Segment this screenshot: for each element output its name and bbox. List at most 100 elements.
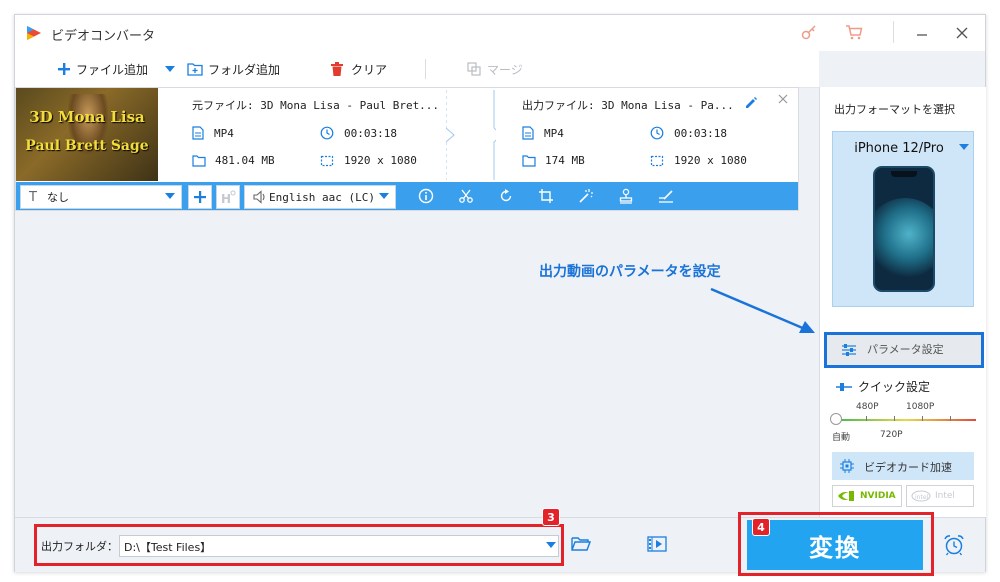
- source-file-name: 元ファイル: 3D Mona Lisa - Paul Bret...: [192, 99, 440, 112]
- nvidia-option[interactable]: NVIDIA: [832, 485, 902, 507]
- plus-icon: [57, 62, 71, 76]
- watermark-stamp-icon[interactable]: [618, 188, 634, 204]
- add-folder-button[interactable]: フォルダ追加: [187, 60, 280, 78]
- step-badge-4: 4: [752, 518, 770, 536]
- param-settings-button[interactable]: パラメータ設定: [824, 332, 984, 368]
- highlight-output-folder: [34, 524, 564, 566]
- source-resolution: 1920 x 1080: [320, 154, 417, 167]
- clear-button[interactable]: クリア: [331, 60, 387, 78]
- sliders-icon: [841, 343, 857, 357]
- step-badge-3: 3: [542, 508, 560, 526]
- subtitle-dropdown[interactable]: T なし: [20, 185, 182, 209]
- scissors-icon[interactable]: [458, 188, 474, 204]
- merge-button[interactable]: マージ: [467, 60, 523, 78]
- chevron-down-icon[interactable]: [959, 144, 969, 151]
- minimize-button[interactable]: [913, 24, 931, 42]
- iphone-image: [873, 166, 935, 292]
- format-heading: 出力フォーマットを選択: [834, 103, 955, 116]
- add-file-dropdown-icon[interactable]: [165, 65, 175, 73]
- clear-label: クリア: [351, 62, 388, 77]
- subtitle-settings-button[interactable]: H: [216, 185, 240, 209]
- quick-setting-heading: クイック設定: [858, 380, 931, 394]
- video-output-icon[interactable]: [647, 536, 667, 552]
- file-icon: [522, 126, 534, 140]
- output-file-name: 出力ファイル: 3D Mona Lisa - Pa...: [522, 99, 734, 112]
- param-settings-label: パラメータ設定: [867, 343, 944, 356]
- thumbnail-title-line2: Paul Brett Sage: [25, 138, 149, 154]
- thumbnail-title-line1: 3D Mona Lisa: [29, 108, 145, 126]
- audio-track-dropdown[interactable]: English aac (LC): [244, 185, 396, 209]
- clock-icon: [320, 126, 334, 140]
- add-folder-label: フォルダ追加: [208, 62, 281, 77]
- remove-file-icon[interactable]: [778, 94, 788, 104]
- app-logo-icon: [25, 24, 43, 42]
- intel-option[interactable]: intel Intel: [906, 485, 974, 507]
- crop-icon[interactable]: [538, 188, 554, 204]
- source-format-value: MP4: [214, 126, 234, 140]
- toolbar-divider: [425, 59, 426, 79]
- subtitle-value: なし: [46, 191, 69, 204]
- window-title: ビデオコンバータ: [51, 29, 156, 44]
- add-file-label: ファイル追加: [76, 62, 149, 77]
- clock-icon: [650, 126, 664, 140]
- intel-logo-icon: intel: [911, 490, 931, 502]
- folder-icon: [192, 154, 206, 167]
- output-format-value: MP4: [544, 126, 564, 140]
- info-icon[interactable]: [418, 188, 434, 204]
- edit-name-icon[interactable]: [744, 96, 758, 110]
- nvidia-logo-icon: [837, 490, 855, 502]
- key-icon[interactable]: [801, 24, 817, 40]
- audio-track-value: English aac (LC): [269, 190, 375, 204]
- alarm-clock-icon[interactable]: [943, 534, 965, 556]
- source-size-value: 481.04 MB: [215, 154, 275, 167]
- quality-slider-thumb[interactable]: [830, 413, 842, 425]
- add-file-button[interactable]: ファイル追加: [57, 60, 148, 78]
- add-subtitle-button[interactable]: [188, 185, 212, 209]
- device-format-card[interactable]: iPhone 12/Pro: [832, 131, 974, 307]
- source-duration-value: 00:03:18: [344, 126, 397, 140]
- intel-label: Intel: [935, 491, 955, 501]
- output-resolution: 1920 x 1080: [650, 154, 747, 167]
- output-duration-value: 00:03:18: [674, 126, 727, 140]
- effects-wand-icon[interactable]: [578, 188, 594, 204]
- output-format-panel: 出力フォーマットを選択 iPhone 12/Pro パラメータ設定 クイック設定…: [819, 87, 986, 517]
- quick-setting-icon: [836, 383, 852, 391]
- source-format: MP4: [192, 126, 234, 140]
- res-label-1080p: 1080P: [906, 402, 935, 412]
- gpu-acceleration-button[interactable]: ビデオカード加速: [832, 452, 974, 480]
- nvidia-label: NVIDIA: [860, 491, 896, 501]
- chevron-down-icon: [379, 193, 389, 200]
- cart-icon[interactable]: [845, 24, 863, 40]
- source-resolution-value: 1920 x 1080: [344, 154, 417, 167]
- rotate-icon[interactable]: [498, 188, 514, 204]
- chevron-down-icon: [165, 193, 175, 200]
- gpu-acceleration-label: ビデオカード加速: [864, 461, 952, 474]
- resolution-icon: [650, 155, 664, 167]
- output-resolution-value: 1920 x 1080: [674, 154, 747, 167]
- annotation-text: 出力動画のパラメータを設定: [539, 264, 721, 280]
- res-label-auto: 自動: [832, 433, 851, 443]
- video-thumbnail[interactable]: 3D Mona Lisa Paul Brett Sage: [16, 88, 158, 181]
- folder-icon: [522, 154, 536, 167]
- annotation-arrow: [710, 287, 815, 333]
- res-label-720p: 720P: [880, 430, 903, 440]
- source-duration: 00:03:18: [320, 126, 397, 140]
- main-toolbar: ファイル追加 フォルダ追加 クリア マージ: [15, 51, 819, 88]
- merge-icon: [467, 62, 481, 76]
- trash-icon: [331, 62, 343, 76]
- conversion-arrow: [445, 88, 503, 181]
- folder-plus-icon: [187, 62, 203, 76]
- open-folder-icon[interactable]: [571, 536, 591, 552]
- merge-label: マージ: [487, 62, 523, 77]
- plus-icon: [193, 190, 207, 204]
- title-divider: [893, 21, 894, 43]
- source-size: 481.04 MB: [192, 154, 275, 167]
- device-name: iPhone 12/Pro: [854, 141, 944, 156]
- chip-icon: [840, 459, 854, 473]
- subtitle-edit-icon[interactable]: [658, 188, 674, 204]
- svg-text:intel: intel: [915, 494, 929, 501]
- close-button[interactable]: [953, 24, 971, 42]
- edit-toolbar: T なし H English aac (LC): [16, 182, 798, 210]
- text-icon: T: [29, 189, 37, 205]
- quality-slider-track[interactable]: [836, 416, 976, 421]
